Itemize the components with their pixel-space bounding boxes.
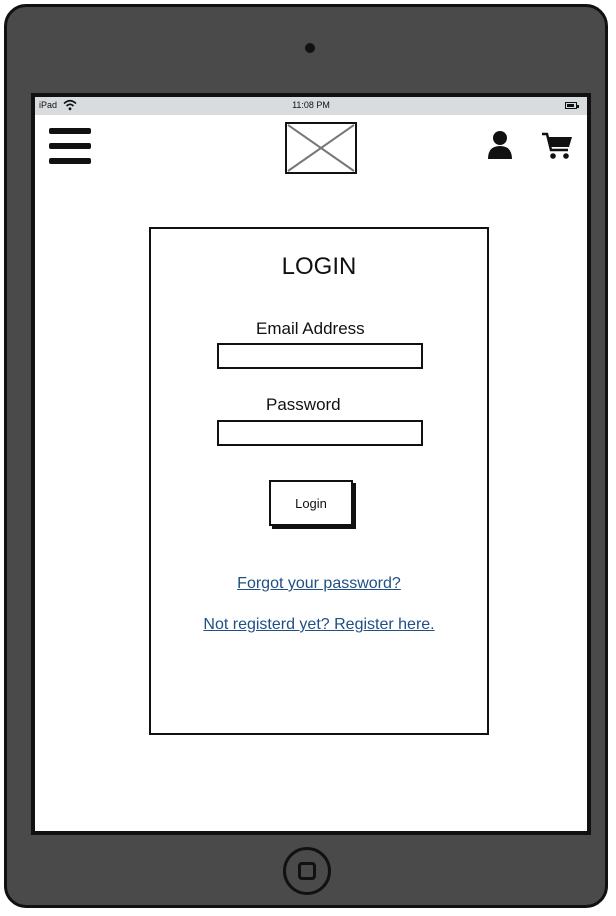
email-label: Email Address [256,319,365,338]
login-title: LOGIN [281,253,357,280]
home-button-square-icon [298,862,316,880]
status-time: 11:08 PM [292,100,330,110]
login-panel: LOGIN Email Address Password Login Forgo… [149,227,489,735]
forgot-password-link[interactable]: Forgot your password? [151,575,487,593]
battery-icon [565,102,579,109]
email-field[interactable] [217,343,423,369]
user-icon[interactable] [487,130,513,160]
camera-dot [305,43,315,53]
status-bar: iPad 11:08 PM [35,97,587,115]
logo-image-placeholder[interactable] [285,122,357,174]
hamburger-menu-icon[interactable] [49,128,91,164]
shopping-cart-icon[interactable] [541,131,573,161]
tablet-screen: iPad 11:08 PM LOGIN Email Address Passwo… [31,93,591,835]
login-button[interactable]: Login [269,480,353,526]
register-link[interactable]: Not registerd yet? Register here. [151,616,487,634]
tablet-frame: iPad 11:08 PM LOGIN Email Address Passwo… [4,4,608,908]
password-field[interactable] [217,420,423,446]
home-button[interactable] [283,847,331,895]
password-label: Password [266,395,341,414]
